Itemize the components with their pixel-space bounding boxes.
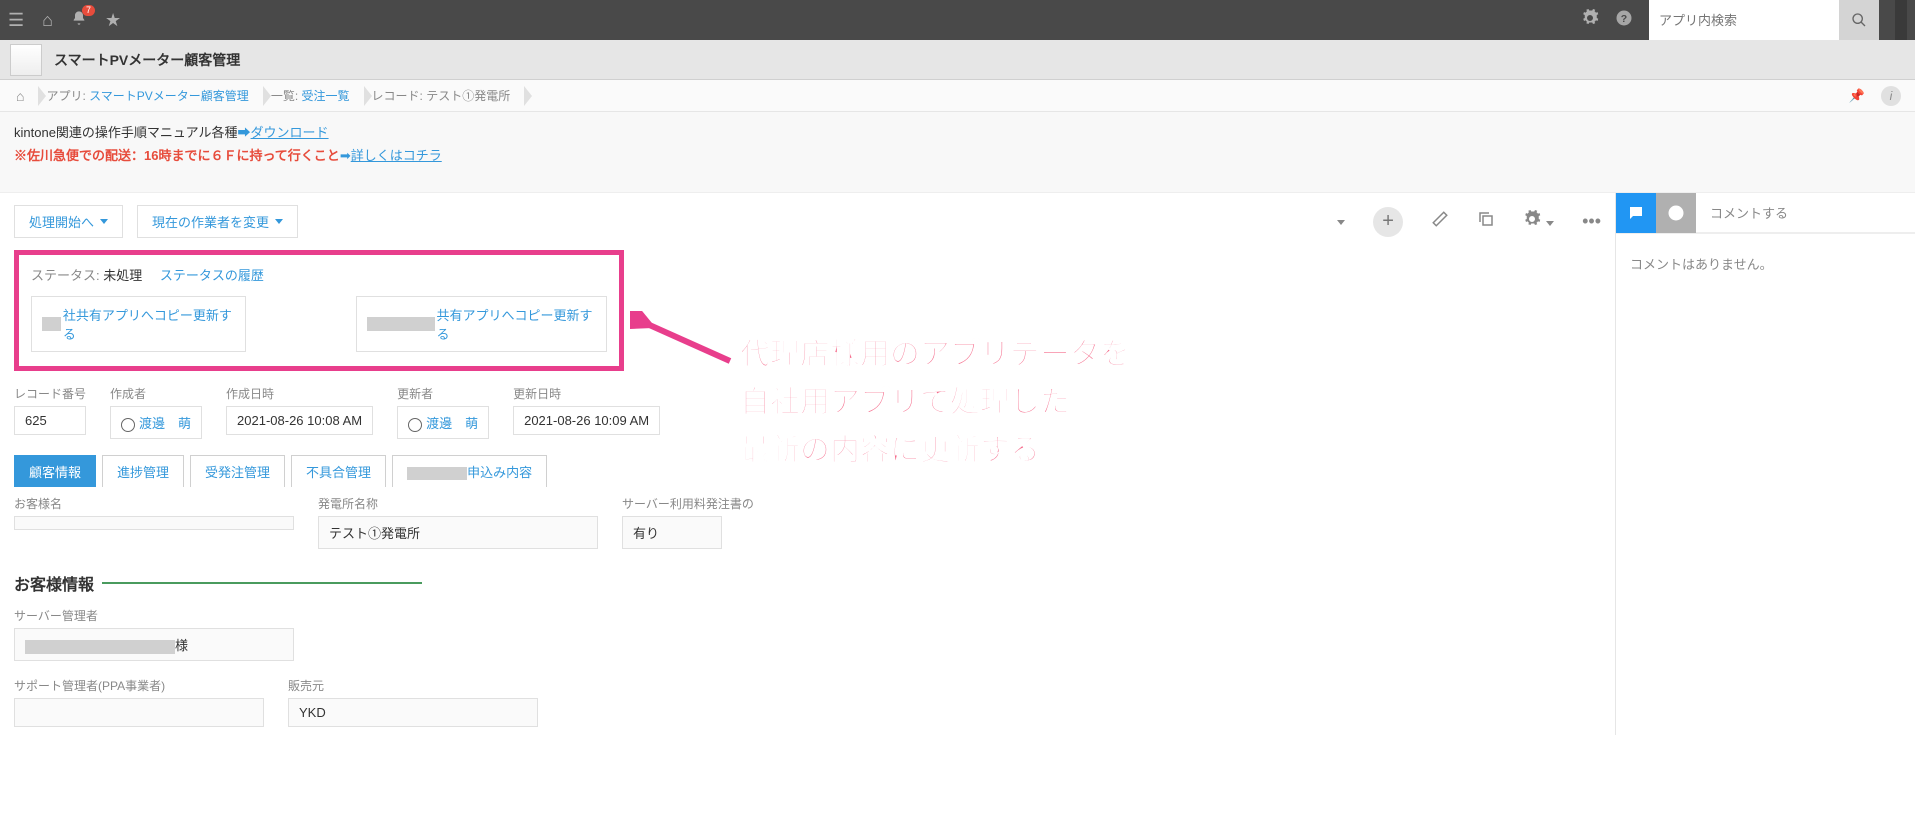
home-icon[interactable]: ⌂ (42, 10, 53, 31)
updated-at-value: 2021-08-26 10:09 AM (513, 406, 660, 435)
seller-value: YKD (288, 698, 538, 727)
customer-name-label: お客様名 (14, 495, 294, 512)
breadcrumb-app[interactable]: アプリ: スマートPVメーター顧客管理 (38, 80, 262, 112)
svg-text:?: ? (1621, 12, 1627, 24)
star-icon[interactable]: ★ (105, 10, 121, 31)
record-no-value: 625 (14, 406, 86, 435)
updater-value: 渡邊 萌 (397, 406, 489, 439)
gear-icon[interactable] (1581, 9, 1599, 32)
start-process-button[interactable]: 処理開始へ (14, 205, 123, 238)
server-admin-value: 様 (14, 628, 294, 661)
support-admin-label: サポート管理者(PPA事業者) (14, 677, 264, 694)
comment-empty: コメントはありません。 (1616, 234, 1915, 293)
notice-text-2: ※佐川急便での配送：16時までに６Ｆに持って行くこと (14, 148, 340, 163)
breadcrumb-home[interactable]: ⌂ (8, 80, 38, 112)
app-title: スマートPVメーター顧客管理 (54, 50, 240, 70)
server-admin-label: サーバー管理者 (14, 607, 294, 624)
comment-panel: コメントする コメントはありません。 (1615, 193, 1915, 735)
breadcrumb-record: レコード: テスト①発電所 (364, 80, 525, 112)
notification-icon[interactable]: 7 (71, 10, 87, 31)
info-icon[interactable]: i (1881, 86, 1901, 106)
more-icon[interactable]: ••• (1582, 211, 1601, 232)
help-icon[interactable]: ? (1615, 9, 1633, 32)
search-box (1649, 0, 1879, 40)
global-bar: ☰ ⌂ 7 ★ ? (0, 0, 1915, 40)
record-no-label: レコード番号 (14, 385, 86, 402)
app-icon (10, 44, 42, 76)
tab-progress[interactable]: 進捗管理 (102, 455, 184, 487)
copy-icon[interactable] (1477, 210, 1495, 233)
server-order-label: サーバー利用料発注書の (622, 495, 754, 512)
tab-order[interactable]: 受発注管理 (190, 455, 285, 487)
record-info: レコード番号 625 作成者 渡邊 萌 作成日時 2021-08-26 10:0… (0, 371, 1615, 449)
tabs: 顧客情報 進捗管理 受発注管理 不具合管理 申込み内容 (0, 455, 1615, 487)
details-link[interactable]: 詳しくはコチラ (351, 148, 442, 163)
tab-defect[interactable]: 不具合管理 (291, 455, 386, 487)
status-box: ステータス: 未処理 ステータスの履歴 社共有アプリへコピー更新する 共有アプリ… (14, 250, 624, 371)
plant-name-value: テスト①発電所 (318, 516, 598, 549)
copy-update-button-1[interactable]: 社共有アプリへコピー更新する (31, 296, 246, 352)
chevron-down-icon[interactable] (1337, 211, 1345, 232)
updater-label: 更新者 (397, 385, 489, 402)
breadcrumb-list[interactable]: 一覧: 受注一覧 (263, 80, 364, 112)
add-button[interactable]: + (1373, 207, 1403, 237)
server-order-value: 有り (622, 516, 722, 549)
customer-name-value (14, 516, 294, 530)
updated-at-label: 更新日時 (513, 385, 660, 402)
creator-label: 作成者 (110, 385, 202, 402)
search-input[interactable] (1649, 0, 1839, 40)
seller-label: 販売元 (288, 677, 538, 694)
gear-dropdown-icon[interactable] (1523, 210, 1554, 233)
plant-name-label: 発電所名称 (318, 495, 598, 512)
annotation-arrow (630, 311, 740, 371)
comment-header[interactable]: コメントする (1696, 193, 1915, 233)
edit-icon[interactable] (1431, 210, 1449, 233)
breadcrumb: ⌂ アプリ: スマートPVメーター顧客管理 一覧: 受注一覧 レコード: テスト… (0, 80, 1915, 112)
creator-value: 渡邊 萌 (110, 406, 202, 439)
status-label: ステータス: (31, 268, 100, 283)
created-at-label: 作成日時 (226, 385, 373, 402)
tab-application[interactable]: 申込み内容 (392, 455, 547, 487)
status-history-link[interactable]: ステータスの履歴 (160, 268, 264, 283)
notice-text-1: kintone関連の操作手順マニュアル各種 (14, 125, 238, 140)
status-value: 未処理 (103, 268, 142, 283)
app-header: スマートPVメーター顧客管理 (0, 40, 1915, 80)
download-link[interactable]: ダウンロード (251, 125, 329, 140)
pin-icon[interactable]: 📌 (1849, 88, 1865, 104)
comment-tab-icon[interactable] (1616, 193, 1656, 233)
support-admin-value (14, 698, 264, 727)
search-button[interactable] (1839, 0, 1879, 40)
user-icon (121, 418, 135, 432)
user-icon (408, 418, 422, 432)
section-title: お客様情報 (0, 557, 1615, 599)
copy-update-button-2[interactable]: 共有アプリへコピー更新する (356, 296, 607, 352)
tab-customer-info[interactable]: 顧客情報 (14, 455, 96, 487)
history-tab-icon[interactable] (1656, 193, 1696, 233)
notice-area: kintone関連の操作手順マニュアル各種➡ダウンロード ※佐川急便での配送：1… (0, 112, 1915, 193)
action-row: 処理開始へ 現在の作業者を変更 + ••• (0, 193, 1615, 250)
created-at-value: 2021-08-26 10:08 AM (226, 406, 373, 435)
global-scrollbar[interactable] (1895, 0, 1907, 40)
menu-icon[interactable]: ☰ (8, 10, 24, 31)
change-worker-button[interactable]: 現在の作業者を変更 (137, 205, 298, 238)
notification-badge: 7 (82, 5, 95, 16)
